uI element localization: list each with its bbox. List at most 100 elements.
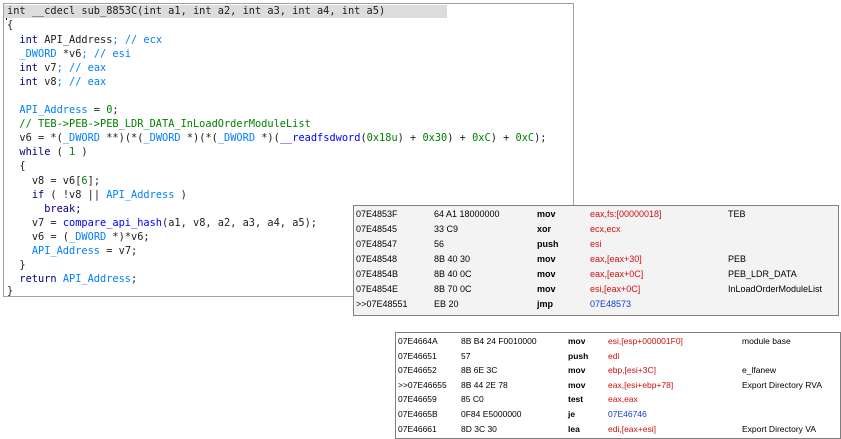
expr-part: ) +	[490, 132, 516, 144]
code-line-comment[interactable]: // TEB->PEB->PEB_LDR_DATA_InLoadOrderMod…	[7, 118, 311, 131]
operands[interactable]: 07E48573	[590, 297, 631, 312]
operands[interactable]: eax,fs:[00000018]	[590, 207, 662, 222]
brace-close: }	[7, 285, 14, 297]
readfsdword-call[interactable]: __readfsdword	[280, 132, 361, 144]
operands[interactable]: edi	[608, 349, 619, 364]
disasm-row[interactable]: 07E4854B 8B 40 0C mov eax,[eax+0C] PEB_LDR_D…	[354, 267, 838, 282]
mnemonic: je	[568, 409, 576, 419]
code-line-v8[interactable]: v8 = v6[6];	[7, 175, 100, 188]
mnemonic: mov	[537, 284, 556, 294]
expr-part: ) +	[397, 132, 423, 144]
code-line[interactable]: }	[7, 259, 25, 272]
operands[interactable]: 07E46746	[608, 407, 647, 422]
keyword-while: while	[19, 146, 51, 158]
address[interactable]: 07E46652	[398, 363, 437, 378]
disasm-row[interactable]: 07E4665B 0F84 E5000000 je 07E46746	[396, 407, 840, 422]
operands[interactable]: esi,[eax+0C]	[590, 282, 640, 297]
peb-comment: // TEB->PEB->PEB_LDR_DATA_InLoadOrderMod…	[19, 118, 311, 130]
expr-part: (	[50, 146, 70, 158]
type-dword: _DWORD	[62, 132, 101, 144]
code-line-api-assign[interactable]: API_Address = v7;	[7, 245, 137, 258]
disasm-row[interactable]: 07E4854E 8B 70 0C mov esi,[eax+0C] InLoadOrd…	[354, 282, 838, 297]
disassembly-pane-peb[interactable]: 07E4853F 64 A1 18000000 mov eax,fs:[0000001…	[353, 205, 839, 316]
operands[interactable]: eax,[esi+ebp+78]	[608, 378, 673, 393]
code-line-if[interactable]: if ( !v8 || API_Address )	[7, 189, 187, 202]
expr-part: *)(	[255, 132, 280, 144]
number: 0xC	[472, 132, 491, 144]
disasm-row[interactable]: >>07E48551 EB 20 jmp 07E48573	[354, 297, 838, 312]
comment: e_lfanew	[742, 365, 777, 376]
opcode-bytes: 85 C0	[461, 394, 484, 405]
code-line[interactable]: }	[7, 285, 14, 297]
address[interactable]: >>07E46655	[398, 378, 447, 393]
code-line-v6-next[interactable]: v6 = (_DWORD *)*v6;	[7, 231, 150, 244]
operands[interactable]: esi,[esp+000001F0]	[608, 334, 683, 349]
disassembly-pane-exports[interactable]: 07E4664A 8B B4 24 F0010000 mov esi,[esp+000…	[395, 332, 841, 439]
code-line-while[interactable]: while ( 1 )	[7, 146, 87, 159]
decl-name: API_Address	[44, 34, 113, 46]
opcode-bytes: 56	[434, 239, 445, 249]
code-line-decl-api-address[interactable]: int API_Address; // ecx	[7, 34, 162, 47]
decl-name: v7	[44, 62, 57, 74]
disasm-row[interactable]: >>07E46655 8B 44 2E 78 mov eax,[esi+ebp+78]…	[396, 378, 840, 393]
address[interactable]: 07E48545	[356, 222, 397, 237]
address[interactable]: 07E4665B	[398, 407, 438, 422]
comment: Export Directory RVA	[742, 379, 822, 390]
code-line-decl-v8[interactable]: int v8; // eax	[7, 76, 106, 89]
disasm-row[interactable]: 07E48545 33 C9 xor ecx,ecx	[354, 222, 838, 237]
number: 0xC	[515, 132, 535, 144]
disasm-row[interactable]: 07E46651 57 push edi	[396, 349, 840, 364]
address[interactable]: 07E4853F	[356, 207, 398, 222]
comment: TEB	[728, 209, 746, 219]
address[interactable]: 07E48547	[356, 237, 397, 252]
disasm-row[interactable]: 07E48547 56 push esi	[354, 237, 838, 252]
code-line[interactable]: {	[7, 19, 13, 32]
code-line-v7[interactable]: v7 = compare_api_hash(a1, v8, a2, a3, a4…	[7, 217, 317, 230]
operands[interactable]: ecx,ecx	[590, 222, 621, 237]
operands[interactable]: eax,[eax+30]	[590, 252, 642, 267]
code-line-init[interactable]: API_Address = 0;	[7, 104, 118, 117]
var-api-address: API_Address	[106, 189, 175, 201]
expr-part: *)*v6;	[106, 231, 150, 243]
opcode-bytes: 64 A1 18000000	[434, 209, 500, 219]
operands[interactable]: eax,eax	[608, 392, 638, 407]
decl-comment: ; // esi	[81, 48, 132, 60]
code-line-return[interactable]: return API_Address;	[7, 273, 137, 286]
mnemonic: push	[568, 350, 589, 361]
address[interactable]: 07E4854E	[356, 282, 398, 297]
function-signature[interactable]: int __cdecl sub_8853C(int a1, int a2, in…	[4, 5, 447, 18]
compare-api-hash-call[interactable]: compare_api_hash	[63, 217, 162, 229]
disasm-row[interactable]: 07E46661 8D 3C 30 lea edi,[eax+esi] Export D…	[396, 422, 840, 437]
operands[interactable]: ebp,[esi+3C]	[608, 363, 656, 378]
code-line-v6-expr[interactable]: v6 = *(_DWORD **)(*(_DWORD *)(*(_DWORD *…	[7, 132, 546, 145]
address[interactable]: 07E46659	[398, 392, 437, 407]
comment: module base	[742, 336, 791, 346]
expr-part: ];	[87, 175, 101, 187]
code-line[interactable]: {	[7, 160, 26, 173]
address[interactable]: >>07E48551	[356, 297, 408, 312]
address[interactable]: 07E4854B	[356, 267, 398, 282]
disasm-row[interactable]: 07E46659 85 C0 test eax,eax	[396, 392, 840, 407]
code-line-decl-v7[interactable]: int v7; // eax	[7, 62, 106, 75]
expr-part: = v7;	[100, 245, 138, 257]
brace-open: {	[7, 19, 14, 31]
address[interactable]: 07E46651	[398, 349, 437, 364]
type-dword: _DWORD	[217, 132, 256, 144]
address[interactable]: 07E46661	[398, 422, 437, 437]
disasm-row[interactable]: 07E4853F 64 A1 18000000 mov eax,fs:[0000001…	[354, 207, 838, 222]
disasm-row[interactable]: 07E46652 8B 6E 3C mov ebp,[esi+3C] e_lfanew	[396, 363, 840, 378]
brace-open: {	[19, 160, 26, 172]
operands[interactable]: edi,[eax+esi]	[608, 422, 656, 437]
opcode-bytes: 8B 44 2E 78	[461, 379, 508, 390]
opcode-bytes: EB 20	[434, 299, 459, 309]
operands[interactable]: esi	[590, 237, 602, 252]
address[interactable]: 07E4664A	[398, 334, 438, 349]
code-line-break[interactable]: break;	[7, 203, 81, 216]
operands[interactable]: eax,[eax+0C]	[590, 267, 643, 282]
address[interactable]: 07E48548	[356, 252, 397, 267]
code-line-decl-v6[interactable]: _DWORD *v6; // esi	[7, 48, 131, 61]
disasm-row[interactable]: 07E4664A 8B B4 24 F0010000 mov esi,[esp+000…	[396, 334, 840, 349]
expr-part: v6 = (	[31, 231, 70, 243]
disasm-row[interactable]: 07E48548 8B 40 30 mov eax,[eax+30] PEB	[354, 252, 838, 267]
expr-part: ) +	[447, 132, 473, 144]
